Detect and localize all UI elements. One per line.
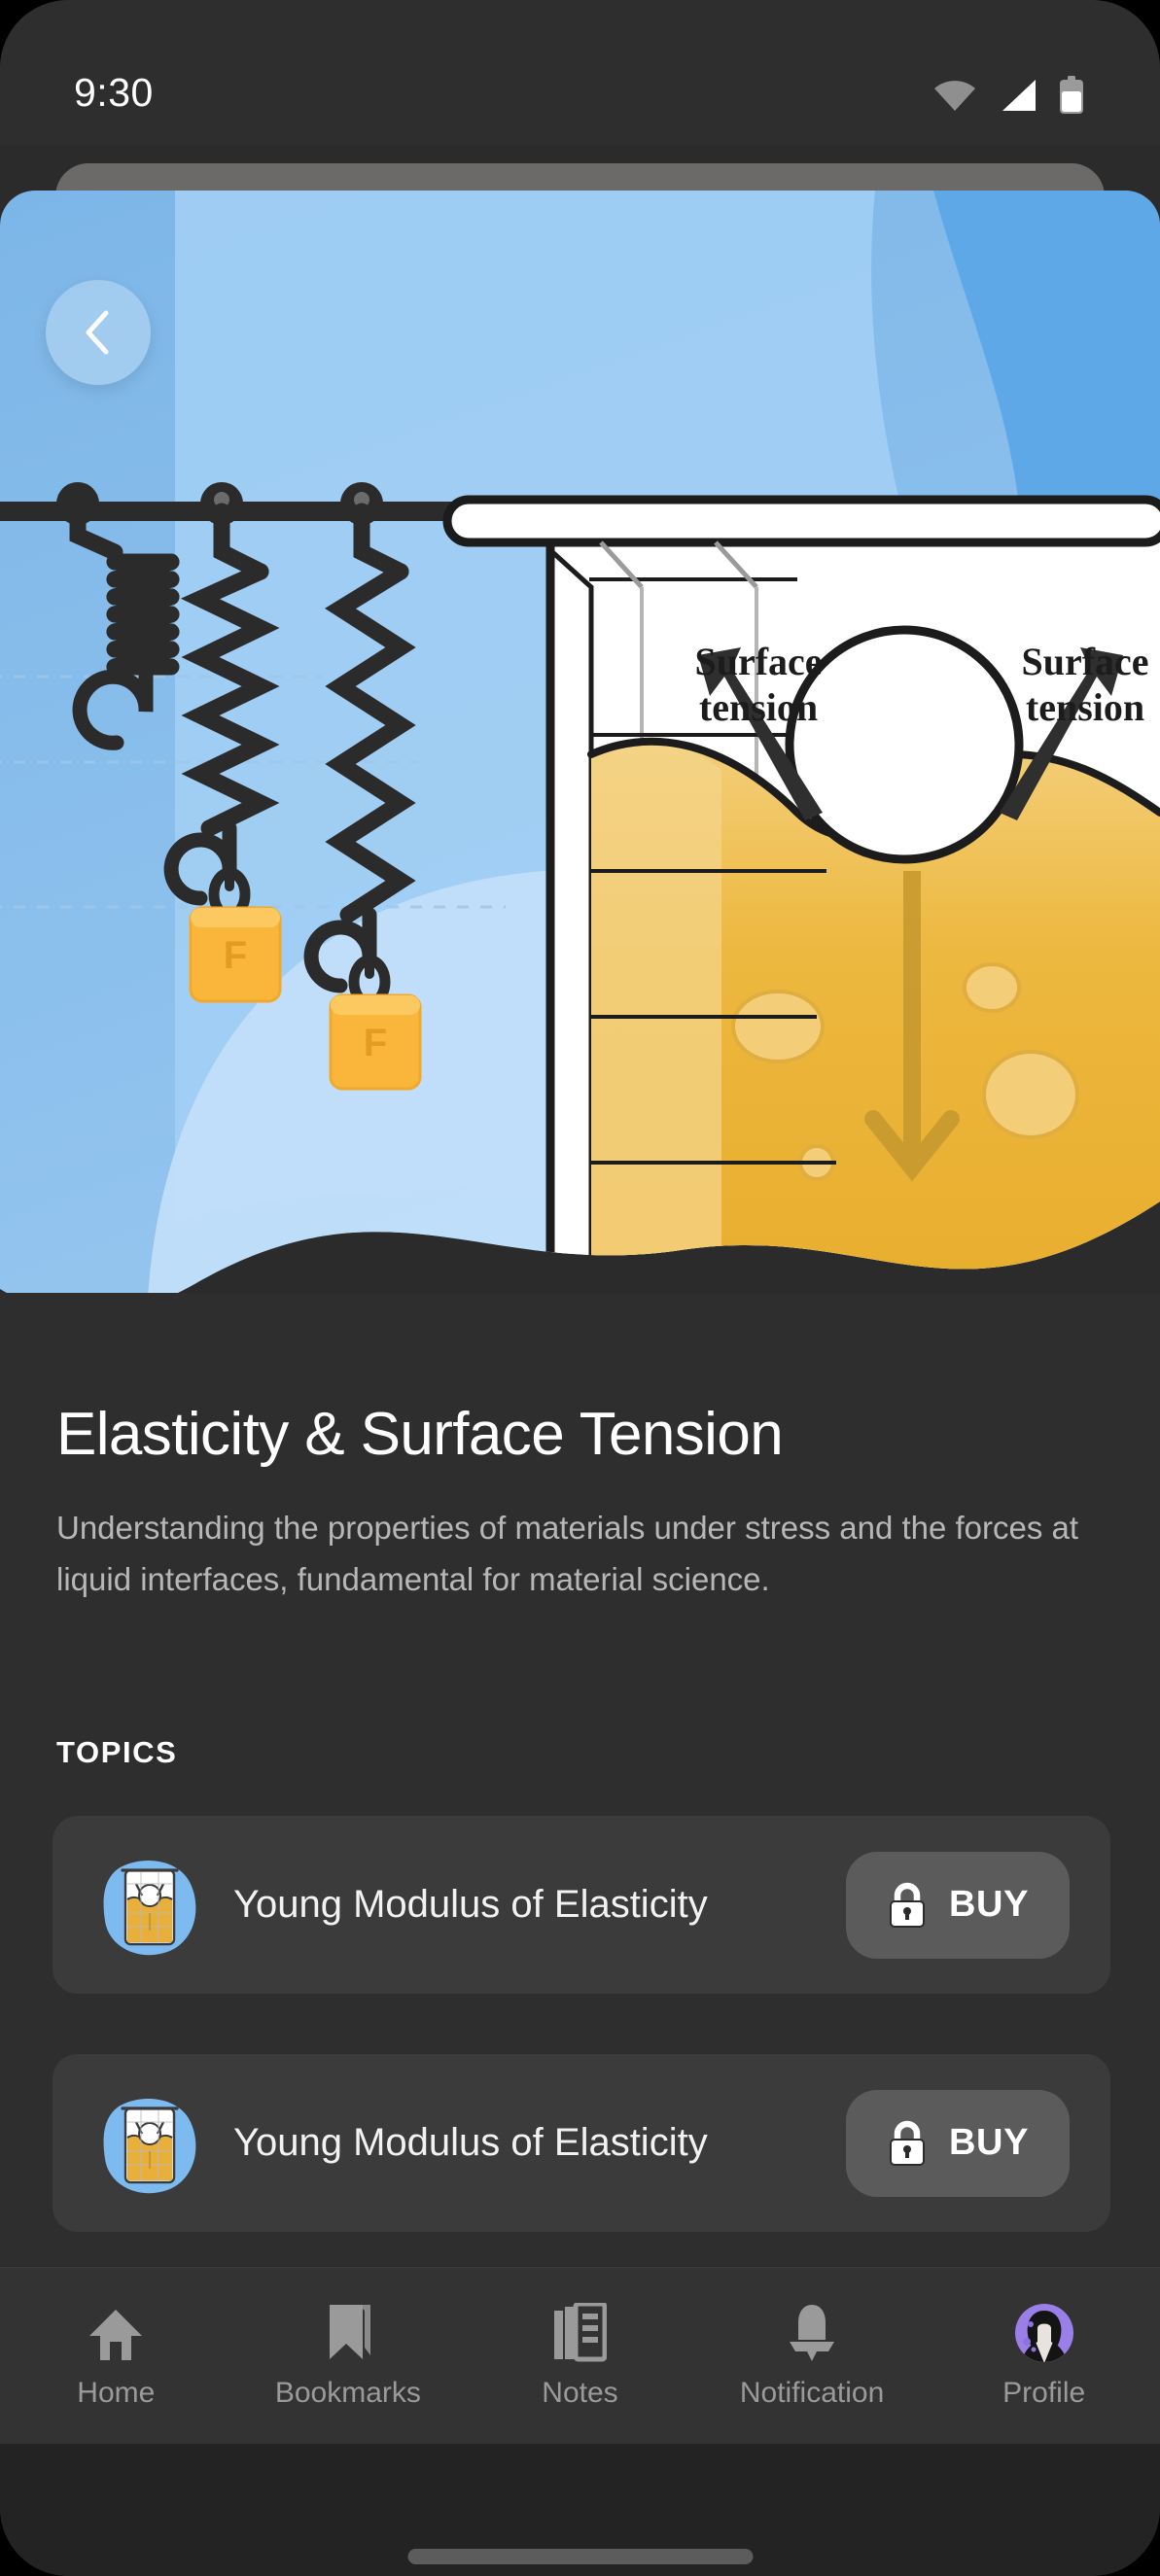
status-bar: 9:30 (0, 0, 1160, 146)
nav-label: Home (77, 2376, 156, 2409)
topic-list-item[interactable]: Young Modulus of Elasticity BUY (53, 2054, 1110, 2232)
topic-list-item[interactable]: Young Modulus of Elasticity BUY (53, 1816, 1110, 1994)
chevron-left-icon (86, 310, 109, 355)
bell-icon (786, 2303, 838, 2363)
bookmark-icon (322, 2303, 374, 2363)
buy-label: BUY (948, 1884, 1030, 1925)
wifi-icon (934, 81, 975, 111)
surface-tension-label-right: Surface (1021, 640, 1148, 683)
nav-item-home[interactable]: Home (0, 2268, 232, 2444)
hero-illustration: F F Surface tension Surface tension (0, 191, 1160, 1353)
nav-label: Profile (1002, 2376, 1086, 2409)
lock-icon (889, 2120, 925, 2166)
nav-label: Bookmarks (274, 2376, 421, 2409)
phone-screen: F F Surface tension Surface tension 9:30… (0, 0, 1160, 2576)
svg-text:F: F (364, 1022, 387, 1064)
buy-label: BUY (948, 2122, 1030, 2163)
avatar-icon (1014, 2303, 1074, 2363)
nav-label: Notification (739, 2376, 885, 2409)
notes-icon (552, 2302, 608, 2363)
lock-icon (889, 1882, 925, 1928)
page-title: Elasticity & Surface Tension (56, 1401, 784, 1468)
topics-heading: TOPICS (56, 1735, 178, 1769)
topic-thumbnail (97, 1853, 202, 1958)
bottom-navigation: Home Bookmarks Notes Notification Profil… (0, 2267, 1160, 2444)
nav-item-notes[interactable]: Notes (464, 2268, 696, 2444)
home-indicator[interactable] (407, 2549, 753, 2564)
back-button[interactable] (46, 280, 151, 385)
topic-label: Young Modulus of Elasticity (233, 2121, 708, 2164)
topic-label: Young Modulus of Elasticity (233, 1883, 708, 1926)
home-icon (87, 2303, 145, 2363)
svg-text:F: F (224, 934, 247, 977)
nav-item-bookmarks[interactable]: Bookmarks (232, 2268, 465, 2444)
svg-text:tension: tension (1026, 685, 1144, 729)
nav-label: Notes (542, 2376, 618, 2409)
topic-thumbnail (97, 2091, 202, 2196)
buy-button[interactable]: BUY (846, 2089, 1070, 2197)
page-description: Understanding the properties of material… (56, 1510, 1079, 1597)
svg-text:tension: tension (699, 685, 818, 729)
buy-button[interactable]: BUY (846, 1851, 1070, 1959)
nav-item-notification[interactable]: Notification (696, 2268, 929, 2444)
status-time: 9:30 (74, 70, 154, 115)
battery-icon (1060, 76, 1083, 114)
nav-item-profile[interactable]: Profile (928, 2268, 1160, 2444)
surface-tension-label-left: Surface (694, 640, 822, 683)
cellular-signal-icon (1002, 80, 1036, 111)
